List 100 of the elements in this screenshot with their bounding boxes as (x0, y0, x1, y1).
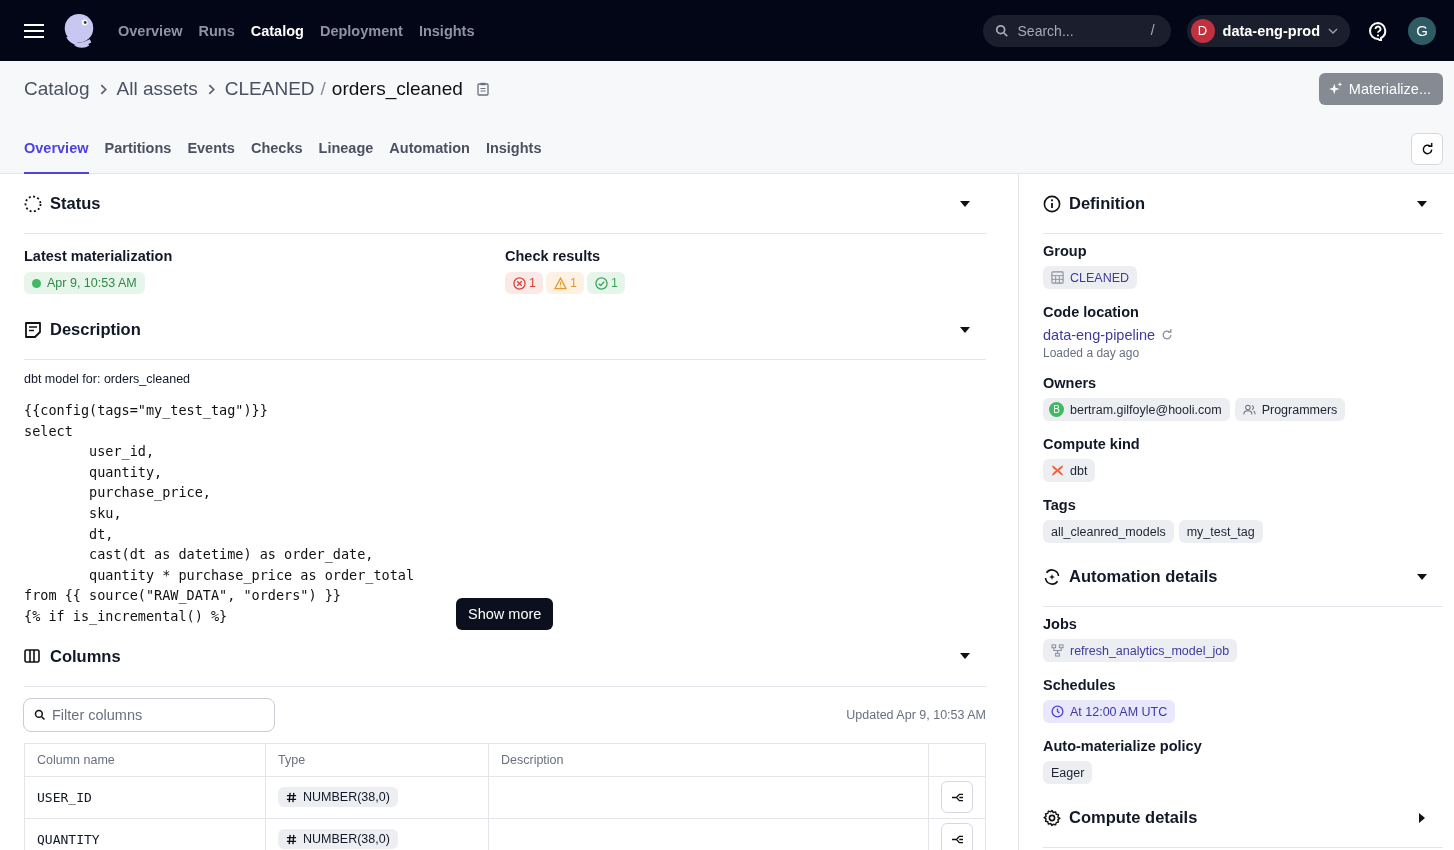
field-label: Group (1043, 243, 1087, 259)
refresh-button[interactable] (1411, 133, 1443, 165)
sparkle-icon (1328, 82, 1343, 96)
tab[interactable]: Lineage (318, 140, 374, 174)
nav-link[interactable]: Deployment (319, 22, 403, 39)
table-icon (1051, 271, 1064, 284)
section-title: Automation details (1069, 567, 1218, 586)
tab[interactable]: Partitions (104, 140, 172, 174)
info-icon (1043, 194, 1061, 213)
search-icon (994, 23, 1009, 38)
field-label: Schedules (1043, 677, 1116, 693)
field-label: Auto-materialize policy (1043, 738, 1202, 754)
nav-link[interactable]: Overview (118, 22, 183, 39)
owner-tag[interactable]: Programmers (1234, 398, 1346, 421)
tab[interactable]: Automation (389, 140, 470, 174)
clock-icon (1051, 705, 1064, 718)
reload-icon[interactable] (1161, 329, 1174, 341)
caret-icon[interactable] (960, 653, 970, 660)
type-tag: NUMBER(38,0) (278, 829, 398, 850)
tab[interactable]: Insights (485, 140, 542, 174)
caret-icon[interactable] (1419, 812, 1425, 823)
column-header: Type (265, 743, 489, 777)
people-icon (1242, 403, 1256, 416)
menu-icon[interactable] (24, 22, 44, 39)
column-header: Column name (24, 743, 266, 777)
hash-icon (286, 833, 297, 845)
caret-icon[interactable] (960, 200, 970, 207)
updated-timestamp: Updated Apr 9, 10:53 AM (846, 707, 986, 722)
policy-tag[interactable]: Eager (1043, 761, 1093, 784)
tag[interactable]: all_cleanred_models (1043, 520, 1174, 543)
section-title: Status (50, 194, 101, 213)
search-icon (34, 708, 46, 721)
branch-icon (950, 833, 964, 845)
loaded-time: Loaded a day ago (1043, 346, 1140, 360)
field-label: Code location (1043, 304, 1139, 320)
section-title: Description (50, 320, 141, 339)
column-header: Description (488, 743, 929, 777)
branch-icon (950, 791, 964, 803)
dbt-logo-icon (1051, 464, 1064, 477)
caret-icon[interactable] (1417, 200, 1427, 207)
column-name: QUANTITY (37, 831, 100, 847)
caret-icon[interactable] (1417, 573, 1427, 580)
type-tag: NUMBER(38,0) (278, 787, 398, 808)
tab[interactable]: Events (187, 140, 235, 174)
nav-link[interactable]: Catalog (250, 22, 304, 39)
compute-kind-tag[interactable]: dbt (1043, 459, 1096, 482)
tab[interactable]: Overview (24, 140, 89, 174)
chevron-right-icon (207, 83, 215, 95)
loading-spinner-icon (24, 194, 42, 213)
deployment-avatar: D (1190, 18, 1215, 43)
hash-icon (286, 791, 297, 803)
materialization-tag[interactable]: Apr 9, 10:53 AM (24, 272, 145, 294)
breadcrumb-separator: / (320, 78, 326, 100)
field-label: Compute kind (1043, 436, 1140, 452)
job-icon (1051, 644, 1064, 657)
caret-icon[interactable] (960, 326, 970, 333)
breadcrumb-link[interactable]: Catalog (24, 78, 90, 100)
user-avatar[interactable]: G (1408, 16, 1436, 45)
clipboard-icon[interactable] (476, 82, 489, 96)
job-tag[interactable]: refresh_analytics_model_job (1043, 639, 1238, 662)
asset-name: orders_cleaned (331, 78, 463, 100)
refresh-icon (1420, 142, 1434, 156)
schedule-tag[interactable]: At 12:00 AM UTC (1043, 700, 1176, 723)
section-title: Compute details (1069, 808, 1198, 827)
shortcut-hint: / (1150, 21, 1155, 38)
field-label: Check results (505, 248, 601, 264)
breadcrumb-link[interactable]: All assets (116, 78, 198, 100)
owner-avatar: B (1049, 402, 1064, 417)
check-circle-icon (594, 276, 608, 290)
field-label: Tags (1043, 497, 1076, 513)
tab[interactable]: Checks (250, 140, 303, 174)
section-title: Definition (1069, 194, 1146, 213)
filter-columns-field[interactable]: Filter columns (23, 697, 275, 732)
owner-tag[interactable]: B bertram.gilfoyle@hooli.com (1043, 398, 1230, 421)
gear-icon (1043, 808, 1061, 827)
chevron-right-icon (99, 83, 107, 95)
code-location-link[interactable]: data-eng-pipeline (1043, 327, 1156, 343)
description-text: dbt model for: orders_cleaned (24, 372, 192, 386)
warning-icon (553, 276, 567, 290)
sql-code: {{config(tags="my_test_tag")}} select user_id, quantity, purchase_price, sku, dt, cast(dt as datetime) as order_date, quantity * purchase_price as order_total from {{ source("RAW_DATA", "orders") }} {% if is_incremental() %} (24, 401, 415, 627)
deployment-switcher[interactable]: D data-eng-prod (1186, 14, 1350, 47)
columns-icon (24, 649, 40, 664)
check-result-tag[interactable]: 1 (505, 272, 543, 294)
field-label: Latest materialization (24, 248, 173, 264)
show-more-button[interactable]: Show more (456, 597, 554, 630)
nav-link[interactable]: Insights (418, 22, 475, 39)
automation-icon (1043, 567, 1061, 586)
column-name: USER_ID (37, 789, 92, 805)
section-title: Columns (50, 646, 121, 666)
note-icon (24, 320, 42, 339)
lineage-button[interactable] (941, 823, 973, 850)
nav-link[interactable]: Runs (198, 22, 235, 39)
group-tag[interactable]: CLEANED (1043, 266, 1138, 289)
error-icon (513, 276, 526, 290)
tag[interactable]: my_test_tag (1178, 520, 1263, 543)
help-icon[interactable] (1368, 20, 1388, 41)
field-label: Owners (1043, 375, 1097, 391)
chevron-down-icon (1328, 27, 1338, 34)
field-label: Jobs (1043, 616, 1077, 632)
breadcrumb-link[interactable]: CLEANED (224, 78, 315, 100)
